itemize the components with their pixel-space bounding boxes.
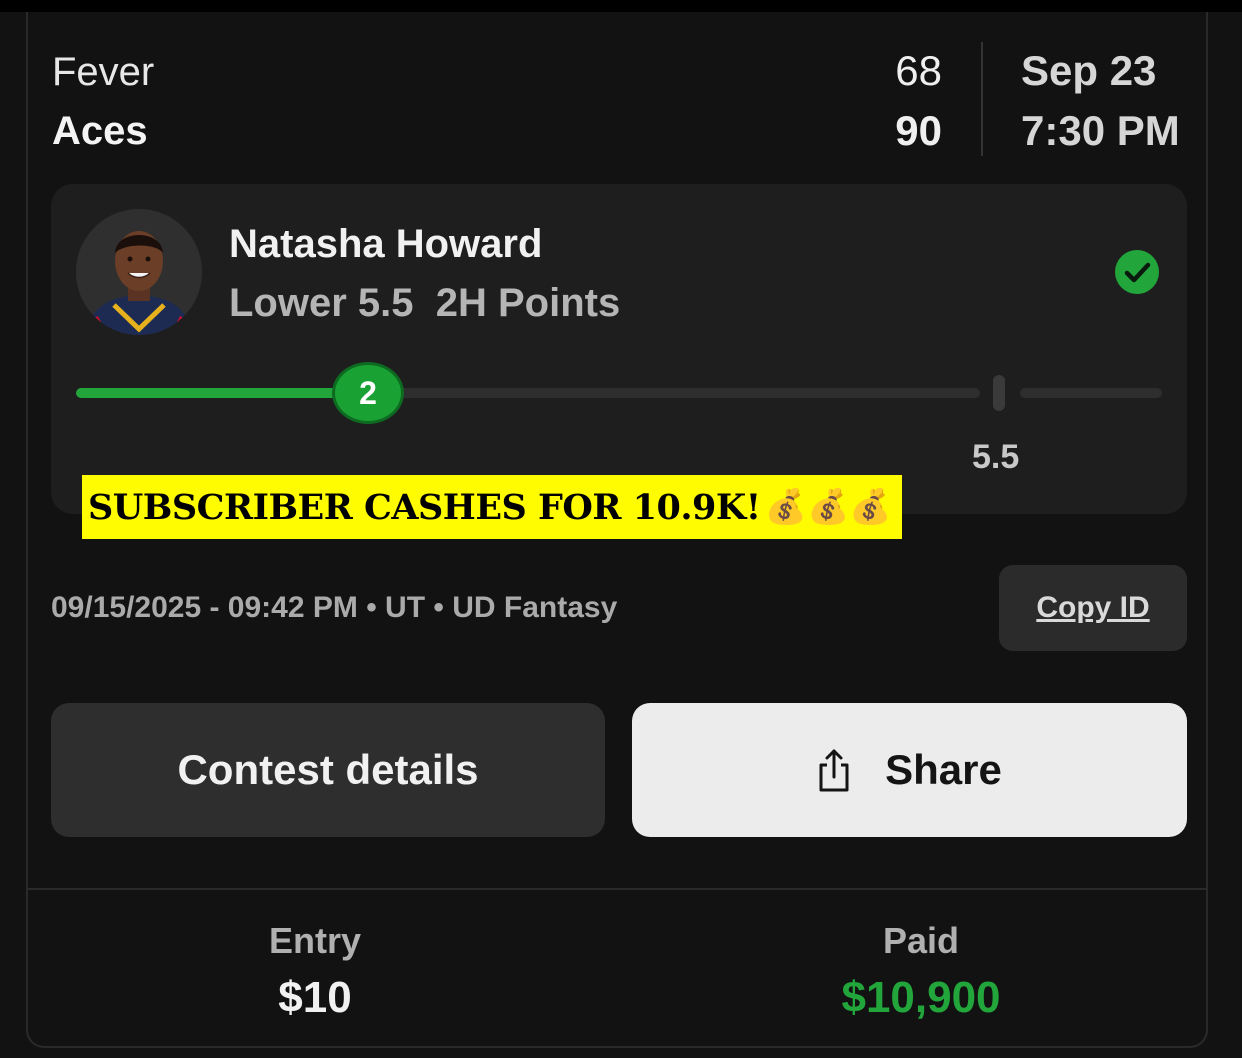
player-avatar xyxy=(76,209,202,335)
header-divider xyxy=(981,42,983,156)
share-label: Share xyxy=(885,746,1002,793)
pick-line: Lower 5.5 2H Points xyxy=(229,281,621,325)
bet-card-screen: Fever Aces 68 90 Sep 23 7:30 PM Natasha … xyxy=(0,0,1242,1058)
line-marker xyxy=(993,375,1005,411)
banner-text: SUBSCRIBER CASHES FOR 10.9K! xyxy=(88,486,761,528)
line-value-label: 5.5 xyxy=(972,438,1020,476)
check-circle-icon xyxy=(1115,250,1159,294)
current-value-knob: 2 xyxy=(332,362,404,424)
contest-details-button[interactable]: Contest details xyxy=(51,703,605,837)
game-time: 7:30 PM xyxy=(1021,107,1180,154)
game-date: Sep 23 xyxy=(1021,47,1157,94)
promo-banner: SUBSCRIBER CASHES FOR 10.9K! 💰💰💰 xyxy=(82,475,902,539)
share-icon xyxy=(819,749,849,792)
player-name: Natasha Howard xyxy=(229,222,543,266)
top-bar xyxy=(0,0,1242,12)
entry-meta: 09/15/2025 - 09:42 PM • UT • UD Fantasy xyxy=(51,591,618,624)
progress-track-tail xyxy=(1020,388,1162,398)
away-team-name: Fever xyxy=(52,50,155,94)
entry-label: Entry xyxy=(268,920,362,961)
home-team-name: Aces xyxy=(52,109,148,153)
home-team-score: 90 xyxy=(895,107,942,154)
entry-value: $10 xyxy=(278,973,352,1022)
copy-id-button[interactable]: Copy ID xyxy=(999,565,1187,651)
away-team-score: 68 xyxy=(895,47,942,94)
footer-divider xyxy=(28,888,1208,890)
paid-value: $10,900 xyxy=(841,973,1001,1022)
player-avatar-image xyxy=(76,209,202,335)
money-bag-icon: 💰💰💰 xyxy=(764,488,892,526)
paid-label: Paid xyxy=(882,920,960,961)
contest-details-label: Contest details xyxy=(177,746,479,793)
share-button[interactable]: Share xyxy=(632,703,1187,837)
